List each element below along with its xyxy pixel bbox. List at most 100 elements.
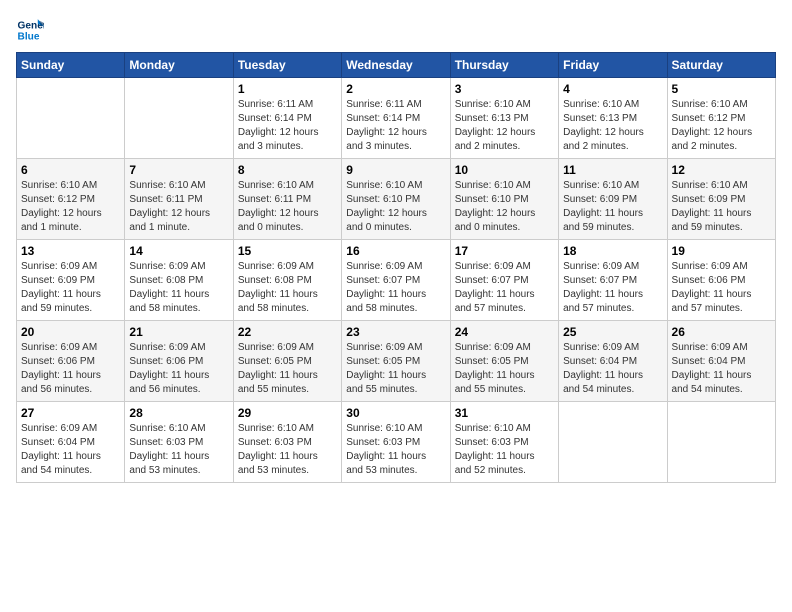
day-number: 19 <box>672 244 771 258</box>
calendar-cell: 19Sunrise: 6:09 AMSunset: 6:06 PMDayligh… <box>667 240 775 321</box>
day-info: Sunrise: 6:10 AMSunset: 6:13 PMDaylight:… <box>563 98 662 154</box>
day-number: 31 <box>455 406 554 420</box>
calendar-cell: 26 Sunrise: 6:09 AMSunset: 6:04 PMDayligh… <box>667 321 775 402</box>
day-number: 6 <box>21 163 120 177</box>
calendar-cell: 2Sunrise: 6:11 AMSunset: 6:14 PMDaylight… <box>342 78 450 159</box>
calendar-cell: 18Sunrise: 6:09 AMSunset: 6:07 PMDayligh… <box>559 240 667 321</box>
calendar-cell: 31 Sunrise: 6:10 AMSunset: 6:03 PMDayligh… <box>450 402 558 483</box>
day-info: Sunrise: 6:09 AMSunset: 6:04 PMDaylight:… <box>672 341 771 397</box>
day-info: Sunrise: 6:10 AMSunset: 6:09 PMDaylight:… <box>672 179 771 235</box>
day-info: Sunrise: 6:10 AMSunset: 6:12 PMDaylight:… <box>21 179 120 235</box>
calendar-cell: 24 Sunrise: 6:09 AMSunset: 6:05 PMDayligh… <box>450 321 558 402</box>
page-header: General Blue <box>16 16 776 44</box>
calendar-cell: 28Sunrise: 6:10 AMSunset: 6:03 PMDayligh… <box>125 402 233 483</box>
day-info: Sunrise: 6:10 AMSunset: 6:10 PMDaylight:… <box>346 179 445 235</box>
day-number: 8 <box>238 163 337 177</box>
day-number: 14 <box>129 244 228 258</box>
calendar-body: 1 Sunrise: 6:11 AMSunset: 6:14 PMDaylight… <box>17 78 776 483</box>
day-info: Sunrise: 6:10 AMSunset: 6:10 PMDaylight:… <box>455 179 554 235</box>
day-number: 21 <box>129 325 228 339</box>
day-info: Sunrise: 6:09 AMSunset: 6:09 PMDaylight:… <box>21 260 120 316</box>
day-info: Sunrise: 6:10 AMSunset: 6:11 PMDaylight:… <box>129 179 228 235</box>
calendar-week-2: 6 Sunrise: 6:10 AMSunset: 6:12 PMDaylight… <box>17 159 776 240</box>
day-info: Sunrise: 6:09 AMSunset: 6:08 PMDaylight:… <box>129 260 228 316</box>
day-number: 5 <box>672 82 771 96</box>
day-number: 1 <box>238 82 337 96</box>
day-info: Sunrise: 6:10 AMSunset: 6:03 PMDaylight:… <box>346 422 445 478</box>
day-info: Sunrise: 6:09 AMSunset: 6:07 PMDaylight:… <box>455 260 554 316</box>
calendar-cell: 22Sunrise: 6:09 AMSunset: 6:05 PMDayligh… <box>233 321 341 402</box>
weekday-header-row: SundayMondayTuesdayWednesdayThursdayFrid… <box>17 53 776 78</box>
day-number: 16 <box>346 244 445 258</box>
day-number: 18 <box>563 244 662 258</box>
calendar-cell: 30 Sunrise: 6:10 AMSunset: 6:03 PMDayligh… <box>342 402 450 483</box>
weekday-header-friday: Friday <box>559 53 667 78</box>
calendar-cell: 11 Sunrise: 6:10 AMSunset: 6:09 PMDayligh… <box>559 159 667 240</box>
calendar-cell: 25 Sunrise: 6:09 AMSunset: 6:04 PMDayligh… <box>559 321 667 402</box>
day-number: 24 <box>455 325 554 339</box>
weekday-header-thursday: Thursday <box>450 53 558 78</box>
day-number: 10 <box>455 163 554 177</box>
day-number: 22 <box>238 325 337 339</box>
day-number: 7 <box>129 163 228 177</box>
weekday-header-saturday: Saturday <box>667 53 775 78</box>
day-number: 9 <box>346 163 445 177</box>
day-number: 26 <box>672 325 771 339</box>
calendar-cell: 17 Sunrise: 6:09 AMSunset: 6:07 PMDayligh… <box>450 240 558 321</box>
calendar-week-5: 27 Sunrise: 6:09 AMSunset: 6:04 PMDayligh… <box>17 402 776 483</box>
day-number: 13 <box>21 244 120 258</box>
calendar-cell: 16 Sunrise: 6:09 AMSunset: 6:07 PMDayligh… <box>342 240 450 321</box>
day-info: Sunrise: 6:10 AMSunset: 6:11 PMDaylight:… <box>238 179 337 235</box>
calendar-cell: 21 Sunrise: 6:09 AMSunset: 6:06 PMDayligh… <box>125 321 233 402</box>
calendar-cell: 6 Sunrise: 6:10 AMSunset: 6:12 PMDaylight… <box>17 159 125 240</box>
day-number: 20 <box>21 325 120 339</box>
day-info: Sunrise: 6:09 AMSunset: 6:08 PMDaylight:… <box>238 260 337 316</box>
calendar-cell: 5 Sunrise: 6:10 AMSunset: 6:12 PMDaylight… <box>667 78 775 159</box>
weekday-header-monday: Monday <box>125 53 233 78</box>
calendar-cell: 8 Sunrise: 6:10 AMSunset: 6:11 PMDaylight… <box>233 159 341 240</box>
day-number: 4 <box>563 82 662 96</box>
day-info: Sunrise: 6:09 AMSunset: 6:04 PMDaylight:… <box>563 341 662 397</box>
calendar-week-3: 13 Sunrise: 6:09 AMSunset: 6:09 PMDayligh… <box>17 240 776 321</box>
day-number: 29 <box>238 406 337 420</box>
day-info: Sunrise: 6:10 AMSunset: 6:03 PMDaylight:… <box>455 422 554 478</box>
day-info: Sunrise: 6:09 AMSunset: 6:06 PMDaylight:… <box>129 341 228 397</box>
svg-text:Blue: Blue <box>18 31 40 42</box>
calendar-cell: 10 Sunrise: 6:10 AMSunset: 6:10 PMDayligh… <box>450 159 558 240</box>
day-number: 12 <box>672 163 771 177</box>
weekday-header-wednesday: Wednesday <box>342 53 450 78</box>
calendar-cell: 3Sunrise: 6:10 AMSunset: 6:13 PMDaylight… <box>450 78 558 159</box>
day-number: 15 <box>238 244 337 258</box>
day-info: Sunrise: 6:10 AMSunset: 6:12 PMDaylight:… <box>672 98 771 154</box>
day-info: Sunrise: 6:09 AMSunset: 6:06 PMDaylight:… <box>21 341 120 397</box>
calendar-week-4: 20 Sunrise: 6:09 AMSunset: 6:06 PMDayligh… <box>17 321 776 402</box>
calendar-cell: 14 Sunrise: 6:09 AMSunset: 6:08 PMDayligh… <box>125 240 233 321</box>
day-info: Sunrise: 6:10 AMSunset: 6:13 PMDaylight:… <box>455 98 554 154</box>
day-info: Sunrise: 6:09 AMSunset: 6:04 PMDaylight:… <box>21 422 120 478</box>
calendar-cell: 12 Sunrise: 6:10 AMSunset: 6:09 PMDayligh… <box>667 159 775 240</box>
day-info: Sunrise: 6:09 AMSunset: 6:05 PMDaylight:… <box>455 341 554 397</box>
calendar-table: SundayMondayTuesdayWednesdayThursdayFrid… <box>16 52 776 483</box>
day-number: 17 <box>455 244 554 258</box>
weekday-header-sunday: Sunday <box>17 53 125 78</box>
calendar-cell: 29Sunrise: 6:10 AMSunset: 6:03 PMDayligh… <box>233 402 341 483</box>
day-number: 25 <box>563 325 662 339</box>
calendar-cell <box>559 402 667 483</box>
calendar-cell: 4 Sunrise: 6:10 AMSunset: 6:13 PMDaylight… <box>559 78 667 159</box>
calendar-cell: 1 Sunrise: 6:11 AMSunset: 6:14 PMDaylight… <box>233 78 341 159</box>
day-info: Sunrise: 6:10 AMSunset: 6:09 PMDaylight:… <box>563 179 662 235</box>
calendar-week-1: 1 Sunrise: 6:11 AMSunset: 6:14 PMDaylight… <box>17 78 776 159</box>
day-info: Sunrise: 6:09 AMSunset: 6:07 PMDaylight:… <box>346 260 445 316</box>
calendar-cell: 15 Sunrise: 6:09 AMSunset: 6:08 PMDayligh… <box>233 240 341 321</box>
day-number: 27 <box>21 406 120 420</box>
day-number: 11 <box>563 163 662 177</box>
day-number: 23 <box>346 325 445 339</box>
day-info: Sunrise: 6:11 AMSunset: 6:14 PMDaylight:… <box>238 98 337 154</box>
day-info: Sunrise: 6:09 AMSunset: 6:05 PMDaylight:… <box>346 341 445 397</box>
calendar-cell: 7 Sunrise: 6:10 AMSunset: 6:11 PMDaylight… <box>125 159 233 240</box>
day-number: 30 <box>346 406 445 420</box>
calendar-cell: 20 Sunrise: 6:09 AMSunset: 6:06 PMDayligh… <box>17 321 125 402</box>
logo-icon: General Blue <box>16 16 44 44</box>
calendar-cell: 23 Sunrise: 6:09 AMSunset: 6:05 PMDayligh… <box>342 321 450 402</box>
calendar-cell: 9 Sunrise: 6:10 AMSunset: 6:10 PMDaylight… <box>342 159 450 240</box>
